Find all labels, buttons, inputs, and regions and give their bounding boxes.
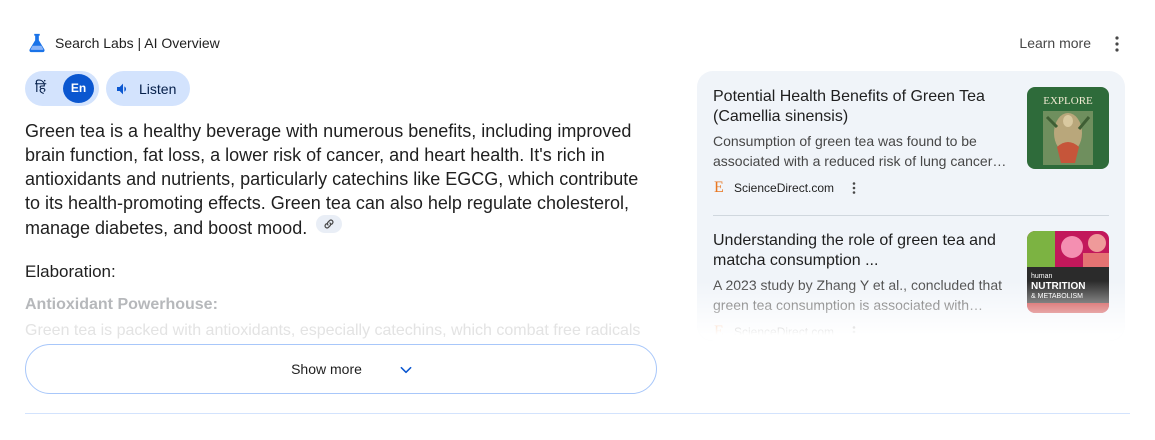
section-divider [25,413,1130,414]
sciencedirect-favicon-icon: E [714,179,724,196]
source-title[interactable]: Understanding the role of green tea and … [713,231,1003,271]
language-english-button[interactable]: En [63,74,94,103]
elaboration-heading: Elaboration: [25,262,116,281]
source-more-icon[interactable] [850,325,858,339]
source-thumbnail[interactable]: EXPLORE [1027,87,1109,169]
thumbnail-title: EXPLORE [1043,95,1093,107]
ai-overview-header: Search Labs | AI Overview Learn more [25,32,1130,56]
card-separator [713,215,1109,216]
show-more-button[interactable]: Show more [25,344,657,394]
language-hindi-button[interactable]: हिं [35,78,46,97]
show-more-label: Show more [291,361,362,377]
source-site-name: ScienceDirect.com [734,325,835,339]
thumbnail-text-nutrition: NUTRITION [1031,281,1085,292]
more-options-icon[interactable] [1110,34,1124,54]
listen-label: Listen [139,81,177,97]
sources-panel: Potential Health Benefits of Green Tea (… [697,71,1125,341]
language-toggle: हिं En [25,71,99,106]
source-more-icon[interactable] [850,181,858,195]
source-thumbnail[interactable]: human NUTRITION & METABOLISM [1027,231,1109,313]
chevron-down-icon [400,366,412,374]
brand-title: Search Labs | AI Overview [55,35,220,51]
source-title[interactable]: Potential Health Benefits of Green Tea (… [713,87,1003,127]
source-site-name: ScienceDirect.com [734,181,835,195]
faded-preview-text: Green tea is packed with antioxidants, e… [25,322,641,339]
source-snippet: Consumption of green tea was found to be… [713,133,1007,169]
speaker-icon [117,83,126,95]
sciencedirect-favicon-icon: E [714,323,724,340]
learn-more-link[interactable]: Learn more [1019,35,1091,51]
source-snippet: A 2023 study by Zhang Y et al., conclude… [713,277,1003,313]
thumbnail-text-human: human [1031,273,1053,280]
listen-button[interactable]: Listen [106,71,190,106]
citation-link-chip[interactable] [316,215,343,233]
thumbnail-text-metabolism: & METABOLISM [1031,293,1083,300]
flask-icon [29,33,45,53]
overview-summary: Green tea is a healthy beverage with num… [25,119,650,240]
link-icon [324,219,334,229]
antioxidant-subheading: Antioxidant Powerhouse: [25,296,218,313]
